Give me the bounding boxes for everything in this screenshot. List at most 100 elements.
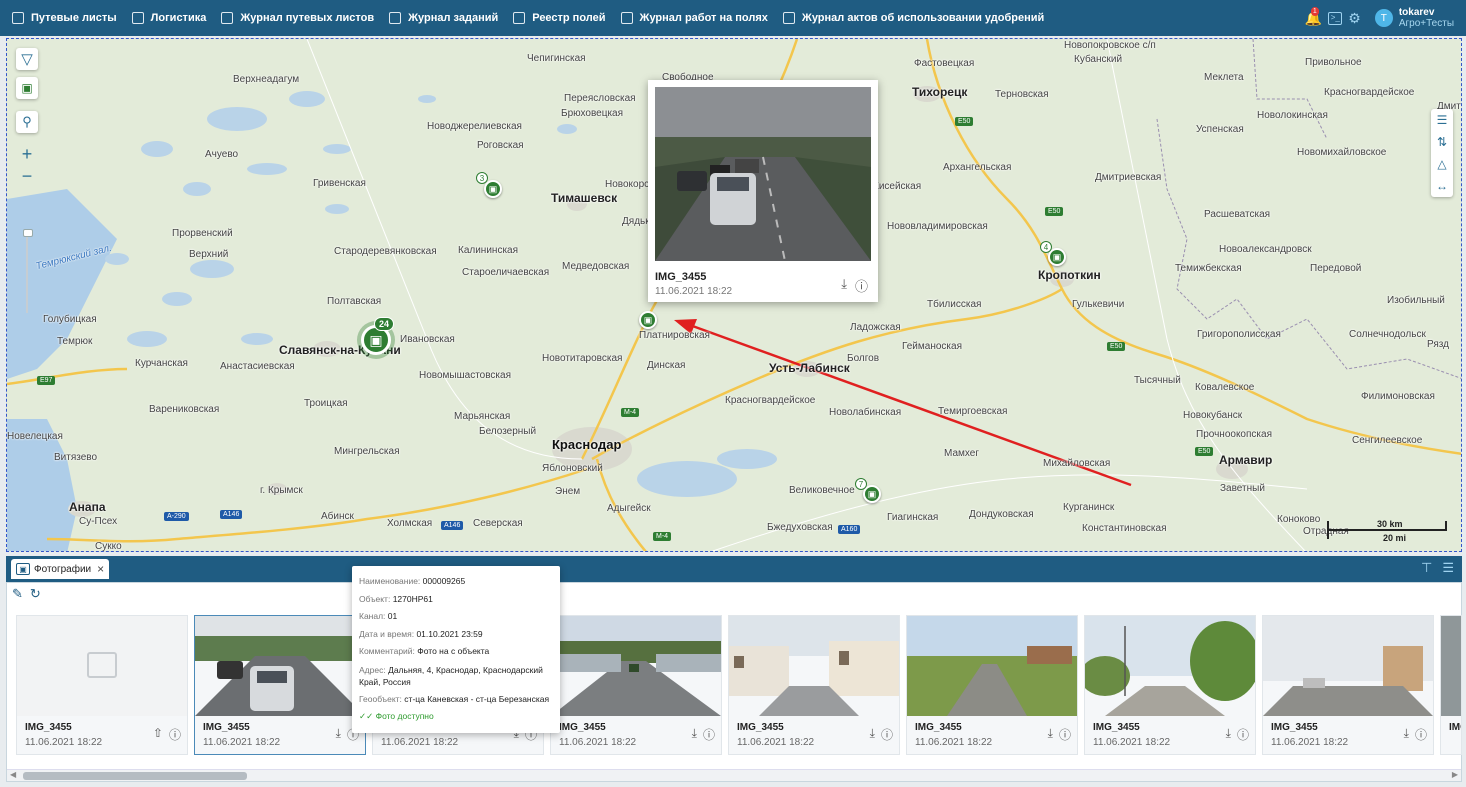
photo-marker-selected[interactable]: ▣: [639, 311, 657, 329]
photo-card[interactable]: IMG_3455 11.06.2021 18:22 ⤓ ⓘ: [1084, 615, 1256, 755]
filter-icon[interactable]: ▽: [16, 48, 38, 70]
map-place-label: Стародеревянковская: [334, 246, 437, 257]
info-icon[interactable]: ⓘ: [855, 276, 868, 295]
close-icon[interactable]: ×: [97, 562, 104, 576]
photo-thumbnail[interactable]: [1441, 616, 1461, 716]
highway-photo: [551, 616, 721, 716]
nav-item-label: Журнал актов об использовании удобрений: [801, 12, 1045, 24]
ruler-icon[interactable]: ↔: [1436, 175, 1448, 197]
filter-control[interactable]: ▽: [16, 48, 38, 70]
map-view[interactable]: Чепигинская Свободное Новопокровское с/п…: [6, 38, 1462, 552]
photo-date: 11.06.2021 18:22: [25, 737, 103, 748]
scroll-left-icon[interactable]: ◀: [10, 770, 16, 779]
map-place-label: г. Крымск: [260, 485, 303, 496]
photo-thumbnail[interactable]: [551, 616, 721, 716]
edit-icon[interactable]: ✎: [12, 586, 23, 602]
download-icon[interactable]: ⤓: [1048, 726, 1053, 743]
terminal-icon[interactable]: >_: [1328, 11, 1343, 25]
avatar[interactable]: T: [1374, 9, 1393, 27]
zoom-out-button[interactable]: −: [16, 165, 38, 187]
photo-card[interactable]: IMG_3455 11.06.2021 18:22 ⤓ ⓘ: [906, 615, 1078, 755]
map-place-label: Анапа: [69, 500, 106, 514]
tab-photos[interactable]: ▣ Фотографии ×: [11, 559, 110, 579]
photo-preview-popup: IMG_3455 11.06.2021 18:22 ⤓ ⓘ: [648, 80, 878, 302]
checkbox-icon[interactable]: [389, 12, 402, 24]
photo-thumbnail[interactable]: [907, 616, 1077, 716]
gear-icon[interactable]: ⚙: [1348, 10, 1361, 27]
checkbox-icon[interactable]: [620, 12, 633, 24]
photo-thumbnail[interactable]: [17, 616, 187, 716]
info-icon[interactable]: ⓘ: [1415, 726, 1427, 743]
zoom-in-button[interactable]: +: [16, 143, 38, 165]
pin-icon[interactable]: ⊤: [1421, 560, 1432, 576]
zoom-slider-track[interactable]: [26, 233, 28, 313]
photo-thumbnail[interactable]: [195, 616, 365, 716]
map-place-label: Абинск: [321, 511, 354, 522]
photo-card[interactable]: IMG_3455 11.06.2021 18:22 ⤓ ⓘ: [1262, 615, 1434, 755]
scrollbar-thumb[interactable]: [23, 772, 247, 780]
checkbox-icon[interactable]: [12, 12, 24, 24]
tab-label: Фотографии: [34, 563, 92, 575]
photo-marker[interactable]: ▣: [484, 180, 502, 198]
checkbox-icon[interactable]: [782, 12, 795, 24]
map-place-label: Брюховецкая: [561, 108, 624, 119]
checkbox-icon[interactable]: [513, 12, 526, 24]
scroll-right-icon[interactable]: ▶: [1452, 770, 1458, 779]
camera-icon[interactable]: ▣: [16, 77, 38, 99]
tooltip-row-channel: Канал: 01: [359, 608, 553, 626]
refresh-icon[interactable]: ↻: [30, 586, 41, 602]
photo-card[interactable]: IMG_3455 11.06.2021 18:22 ⇧ ⓘ: [16, 615, 188, 755]
map-place-label: Дмитриевская: [1095, 172, 1162, 183]
photo-card[interactable]: IMG_3455 11.06.2021 18:22 ⤓ ⓘ: [728, 615, 900, 755]
checkbox-icon[interactable]: [131, 12, 144, 24]
popup-photo-name: IMG_3455: [655, 271, 707, 283]
info-icon[interactable]: ⓘ: [881, 726, 893, 743]
photo-thumbnail[interactable]: [1085, 616, 1255, 716]
bell-icon[interactable]: 🔔 1: [1305, 6, 1322, 27]
scale-mi: 20 mi: [1383, 533, 1407, 543]
photo-thumbnail[interactable]: [729, 616, 899, 716]
panel-toolbar: ✎ ↻: [12, 586, 41, 602]
download-icon[interactable]: ⤓: [1226, 726, 1231, 743]
photo-card[interactable]: IMG_3455 11.06.2021 18:22 ⤓ ⓘ: [194, 615, 366, 755]
download-icon[interactable]: ⤓: [870, 726, 875, 743]
info-icon[interactable]: ⓘ: [703, 726, 715, 743]
menu-icon[interactable]: ☰: [1442, 560, 1454, 576]
download-icon[interactable]: ⤓: [841, 276, 847, 295]
search-control[interactable]: ⚲: [16, 111, 38, 133]
nav-item-fertilizer-acts[interactable]: Журнал актов об использовании удобрений: [782, 12, 1045, 24]
upload-icon[interactable]: ⇧: [153, 726, 163, 743]
download-icon[interactable]: ⤓: [336, 726, 341, 743]
nav-item-waybill-journal[interactable]: Журнал путевых листов: [221, 12, 374, 24]
nav-item-task-journal[interactable]: Журнал заданий: [389, 12, 498, 24]
info-icon[interactable]: ⓘ: [1059, 726, 1071, 743]
nav-item-field-work-journal[interactable]: Журнал работ на полях: [620, 12, 768, 24]
map-place-label: Анастасиевская: [220, 361, 295, 372]
popup-photo[interactable]: [655, 87, 871, 261]
map-place-label: Варениковская: [149, 404, 220, 415]
nav-item-logistics[interactable]: Логистика: [131, 12, 207, 24]
map-place-label: Ладожская: [850, 322, 901, 333]
download-icon[interactable]: ⤓: [1404, 726, 1409, 743]
user-info[interactable]: tokarev Агро+Тесты: [1399, 7, 1454, 29]
map-place-label: Гривенская: [313, 178, 366, 189]
route-icon[interactable]: ⇅: [1437, 131, 1447, 153]
photo-date: 11.06.2021 18:22: [915, 737, 993, 748]
info-icon[interactable]: ⓘ: [169, 726, 181, 743]
info-icon[interactable]: ⓘ: [1237, 726, 1249, 743]
photo-card[interactable]: IMG_3455 11.06.2021 18:22 ⤓ ⓘ: [550, 615, 722, 755]
photo-layer-control[interactable]: ▣: [16, 77, 38, 99]
search-icon[interactable]: ⚲: [16, 111, 38, 133]
horizontal-scrollbar[interactable]: ◀ ▶: [7, 769, 1461, 781]
photo-card[interactable]: IMG: [1440, 615, 1462, 755]
measure-icon[interactable]: △: [1437, 153, 1446, 175]
layers-icon[interactable]: ☰: [1437, 109, 1448, 131]
nav-item-waybills[interactable]: Путевые листы: [12, 12, 117, 24]
zoom-slider-handle[interactable]: [23, 229, 33, 237]
checkbox-icon[interactable]: [221, 12, 234, 24]
nav-item-label: Логистика: [150, 12, 207, 24]
map-place-label: Мингрельская: [334, 446, 400, 457]
download-icon[interactable]: ⤓: [692, 726, 697, 743]
nav-item-field-registry[interactable]: Реестр полей: [513, 12, 606, 24]
photo-thumbnail[interactable]: [1263, 616, 1433, 716]
